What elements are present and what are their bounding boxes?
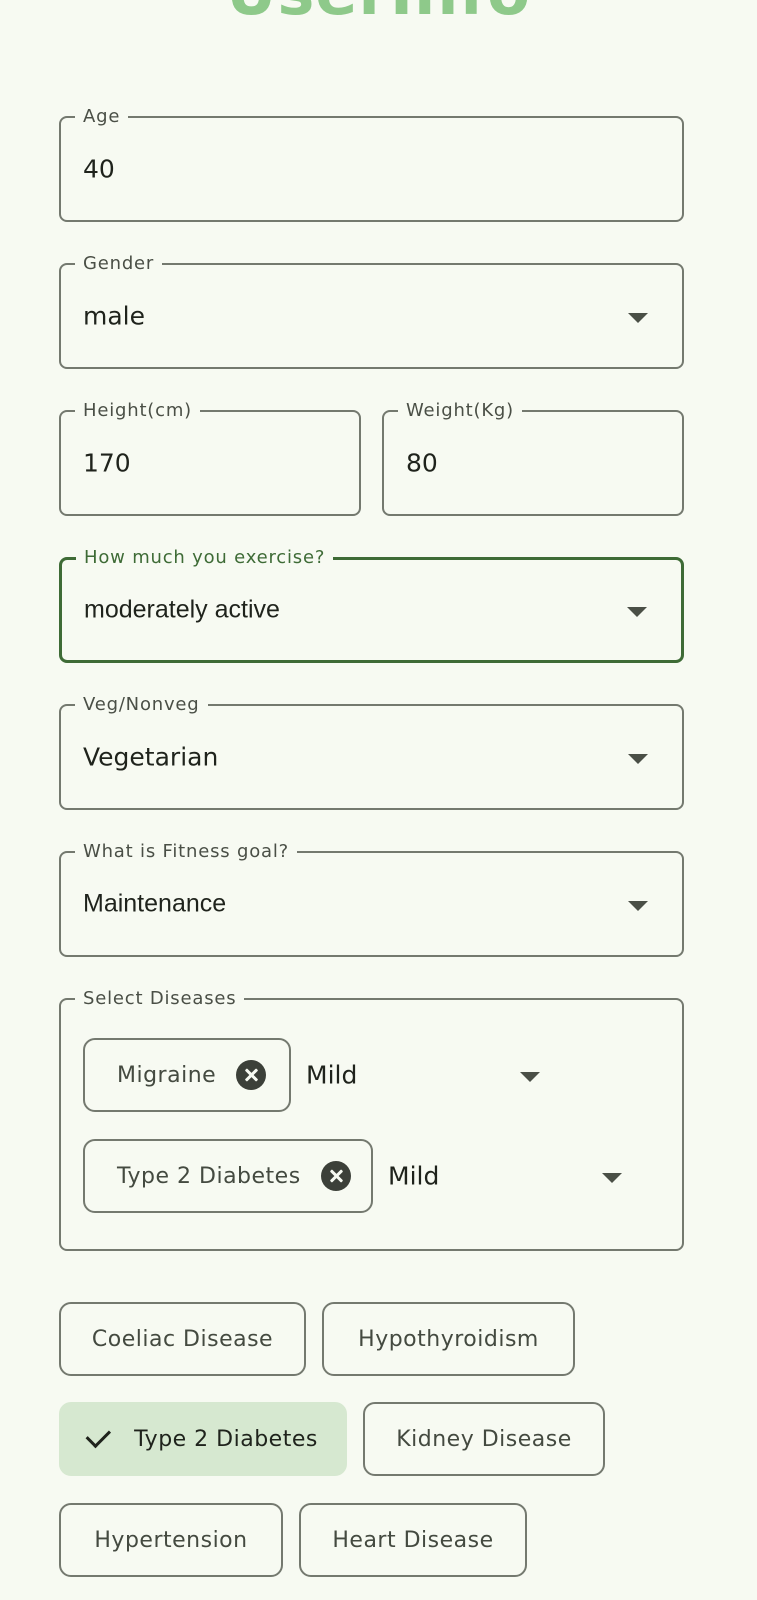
chevron-down-icon xyxy=(627,607,647,617)
chip-label: Coeliac Disease xyxy=(91,1326,274,1352)
height-label: Height(cm) xyxy=(75,401,200,421)
height-field[interactable]: Height(cm) 170 xyxy=(59,401,361,516)
chevron-down-icon xyxy=(628,313,648,323)
page-title: UserInfo xyxy=(0,0,757,24)
age-label: Age xyxy=(75,107,129,127)
disease-chip-migraine[interactable]: Migraine xyxy=(83,1038,291,1112)
diet-label: Veg/Nonveg xyxy=(75,695,208,715)
chip-label: Kidney Disease xyxy=(396,1426,572,1452)
select-diseases-label: Select Diseases xyxy=(75,989,245,1009)
disease-chip-type2-diabetes[interactable]: Type 2 Diabetes xyxy=(83,1139,373,1213)
exercise-label: How much you exercise? xyxy=(76,548,334,568)
weight-label: Weight(Kg) xyxy=(398,401,522,421)
cancel-icon[interactable] xyxy=(320,1161,351,1191)
fitness-goal-label: What is Fitness goal? xyxy=(75,842,298,862)
chip-type2-diabetes[interactable]: Type 2 Diabetes xyxy=(59,1402,347,1476)
disease-chip-label: Migraine xyxy=(117,1062,217,1088)
chip-hypertension[interactable]: Hypertension xyxy=(59,1503,283,1577)
chevron-down-icon[interactable] xyxy=(602,1173,622,1183)
weight-field[interactable]: Weight(Kg) 80 xyxy=(382,401,684,516)
disease-chip-label: Type 2 Diabetes xyxy=(117,1163,301,1189)
height-value: 170 xyxy=(83,448,131,478)
gender-value: male xyxy=(83,301,145,331)
chevron-down-icon[interactable] xyxy=(520,1072,540,1082)
age-value: 40 xyxy=(83,154,115,184)
diet-dropdown[interactable]: Veg/Nonveg Vegetarian xyxy=(59,695,684,810)
cancel-icon[interactable] xyxy=(236,1060,267,1090)
chip-label: Hypothyroidism xyxy=(358,1326,539,1352)
weight-value: 80 xyxy=(406,448,438,478)
check-icon xyxy=(85,1422,112,1449)
chip-heart-disease[interactable]: Heart Disease xyxy=(299,1503,527,1577)
chip-label: Hypertension xyxy=(94,1527,248,1553)
fitness-goal-value: Maintenance xyxy=(83,889,227,918)
gender-dropdown[interactable]: Gender male xyxy=(59,254,684,369)
chevron-down-icon xyxy=(628,901,648,911)
severity-value[interactable]: Mild xyxy=(306,1061,357,1090)
exercise-value: moderately active xyxy=(84,595,280,624)
exercise-dropdown[interactable]: How much you exercise? moderately active xyxy=(59,548,684,663)
severity-value[interactable]: Mild xyxy=(388,1162,439,1191)
select-diseases-box: Select Diseases Migraine Mild Type 2 Dia… xyxy=(59,989,684,1251)
chip-label: Type 2 Diabetes xyxy=(134,1426,318,1452)
disease-row-migraine: Migraine Mild xyxy=(83,1038,663,1112)
chevron-down-icon xyxy=(628,754,648,764)
chip-kidney-disease[interactable]: Kidney Disease xyxy=(363,1402,605,1476)
chip-label: Heart Disease xyxy=(332,1527,494,1553)
chip-coeliac-disease[interactable]: Coeliac Disease xyxy=(59,1302,306,1376)
diet-value: Vegetarian xyxy=(83,742,219,772)
disease-row-type2-diabetes: Type 2 Diabetes Mild xyxy=(83,1139,663,1213)
chip-hypothyroidism[interactable]: Hypothyroidism xyxy=(322,1302,575,1376)
gender-label: Gender xyxy=(75,254,163,274)
fitness-goal-dropdown[interactable]: What is Fitness goal? Maintenance xyxy=(59,842,684,957)
age-field[interactable]: Age 40 xyxy=(59,107,684,222)
